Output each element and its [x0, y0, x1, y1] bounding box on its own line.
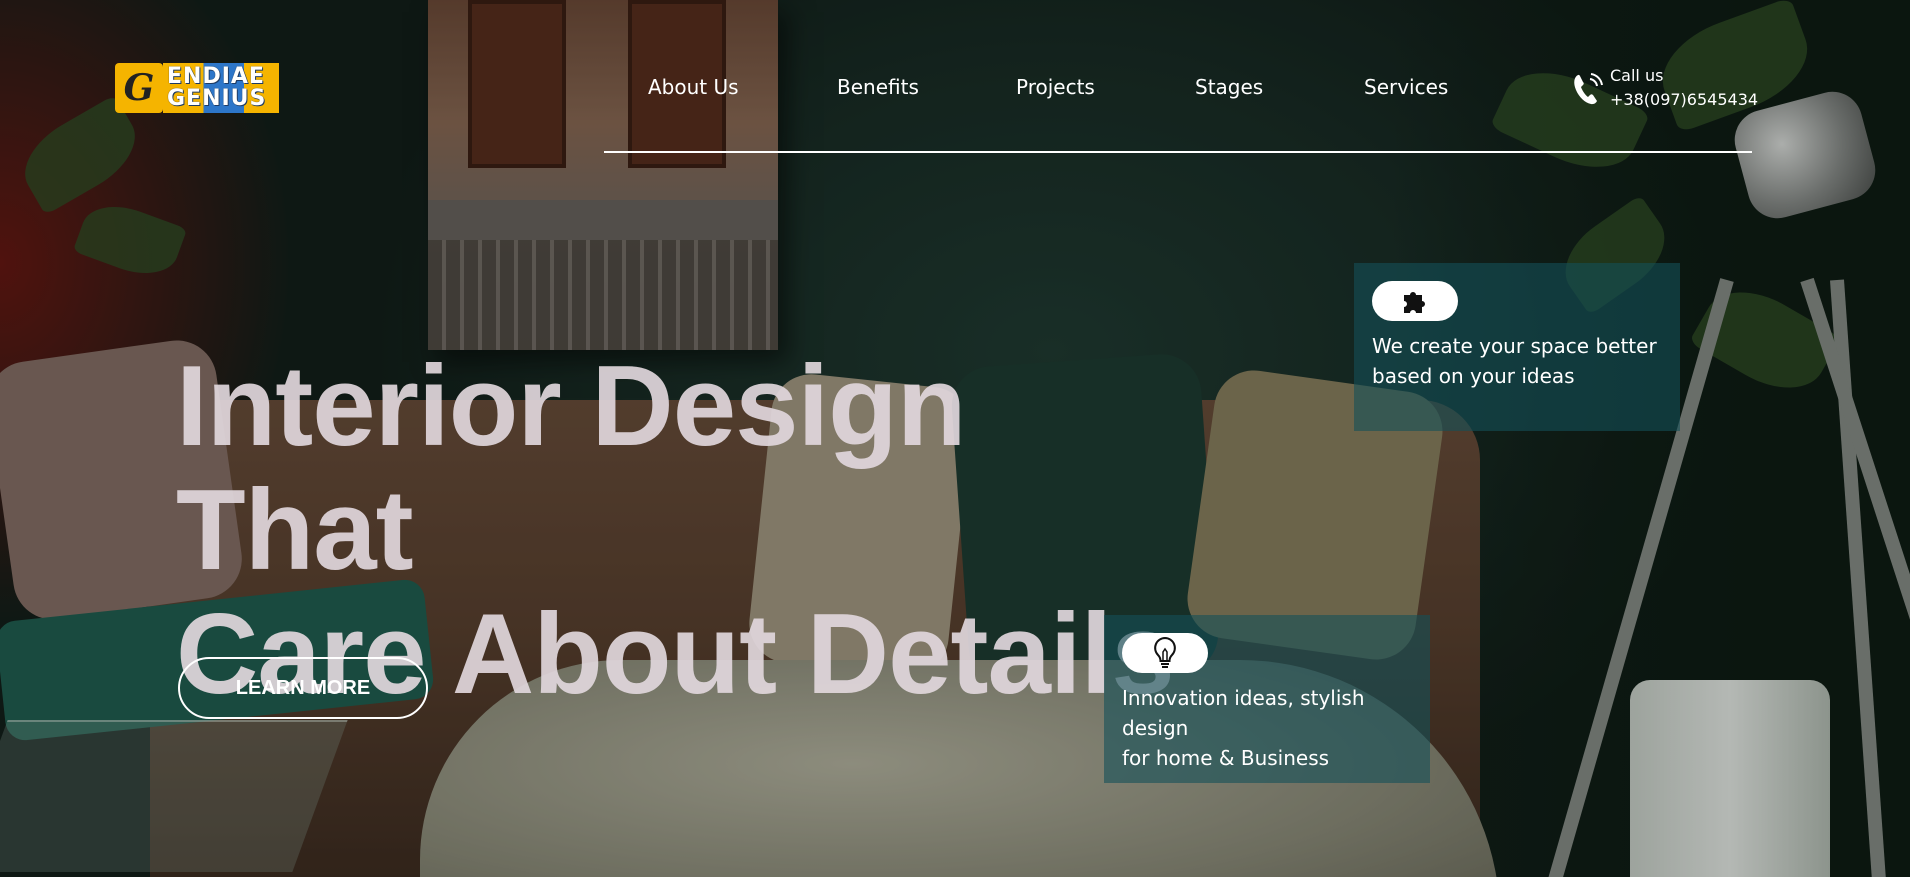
nav-projects[interactable]: Projects — [1016, 75, 1095, 99]
learn-more-button[interactable]: LEARN MORE — [178, 657, 428, 719]
logo-line-1: ENDIAE — [167, 64, 265, 89]
call-text: Call us +38(097)6545434 — [1610, 64, 1758, 112]
card-icon-pill — [1122, 633, 1208, 673]
call-label: Call us — [1610, 66, 1664, 85]
phone-number: +38(097)6545434 — [1610, 90, 1759, 109]
nav-services[interactable]: Services — [1364, 75, 1448, 99]
nav-stages[interactable]: Stages — [1195, 75, 1263, 99]
feature-text-line: design — [1122, 716, 1189, 740]
feature-text-line: Innovation ideas, stylish — [1122, 686, 1365, 710]
phone-icon — [1574, 73, 1603, 105]
feature-text-line: based on your ideas — [1372, 364, 1575, 388]
site-logo[interactable]: G ENDIAE GENIUS — [115, 63, 279, 113]
feature-text-line: We create your space better — [1372, 334, 1657, 358]
logo-wordmark: ENDIAE GENIUS — [163, 63, 279, 113]
header-divider — [604, 151, 1752, 153]
puzzle-icon — [1404, 292, 1425, 313]
feature-text: Innovation ideas, stylish design for hom… — [1122, 683, 1412, 773]
feature-card-ideas: We create your space better based on you… — [1354, 263, 1680, 431]
card-icon-pill — [1372, 281, 1458, 321]
feature-text-line: for home & Business — [1122, 746, 1330, 770]
lightbulb-icon — [1154, 636, 1176, 668]
call-us-link[interactable]: Call us +38(097)6545434 — [1570, 64, 1758, 112]
nav-about-us[interactable]: About Us — [648, 75, 739, 99]
feature-text: We create your space better based on you… — [1372, 331, 1662, 391]
headline-line-1: Interior Design That — [176, 343, 966, 594]
logo-mark: G — [115, 63, 163, 113]
nav-benefits[interactable]: Benefits — [837, 75, 919, 99]
logo-line-2: GENIUS — [167, 86, 267, 111]
feature-card-innovation: Innovation ideas, stylish design for hom… — [1104, 615, 1430, 783]
